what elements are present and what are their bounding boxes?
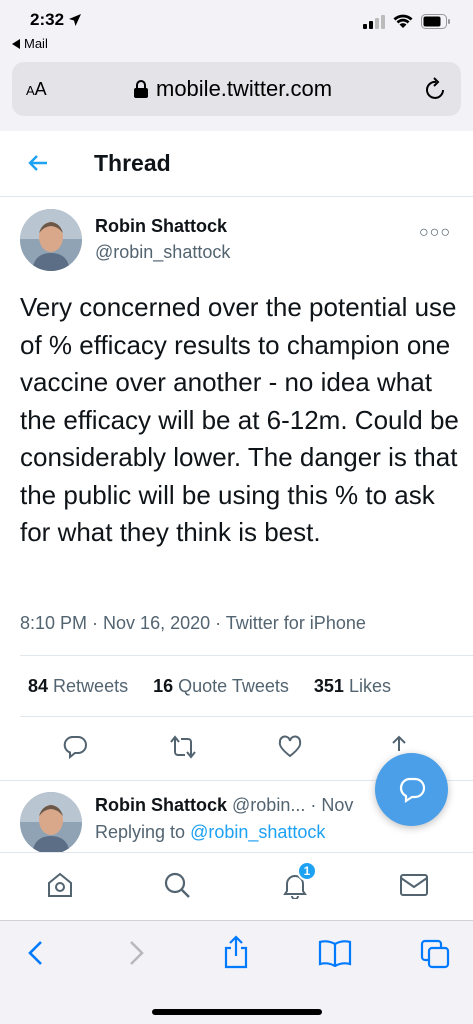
home-indicator — [152, 1009, 322, 1015]
back-to-mail-link[interactable]: Mail — [12, 36, 48, 51]
lock-icon — [134, 80, 148, 98]
author-avatar[interactable] — [20, 209, 82, 271]
clock: 2:32 — [30, 10, 65, 29]
status-time: 2:32 — [30, 10, 82, 30]
tabs-icon[interactable] — [420, 939, 450, 969]
tweet-meta: 8:10 PM · Nov 16, 2020 · Twitter for iPh… — [20, 613, 366, 633]
reply-icon[interactable] — [62, 734, 88, 760]
tweet-date[interactable]: Nov 16, 2020 — [103, 613, 210, 633]
home-icon[interactable] — [46, 871, 74, 899]
divider — [20, 655, 473, 656]
quotes-label: Quote Tweets — [178, 676, 289, 696]
author-name[interactable]: Robin Shattock — [95, 216, 227, 237]
reply-date: Nov — [321, 795, 354, 815]
reply-author-handle: @robin... — [232, 795, 306, 815]
likes-count: 351 — [313, 676, 344, 696]
quotes-count: 16 — [153, 676, 174, 696]
notifications-tab[interactable]: 1 — [281, 861, 317, 904]
author-handle[interactable]: @robin_shattock — [95, 242, 230, 263]
quote-tweets-stat[interactable]: 16 Quote Tweets — [153, 676, 289, 696]
url-bar[interactable]: AA mobile.twitter.com — [12, 62, 461, 116]
retweet-icon[interactable] — [168, 734, 198, 760]
retweets-label: Retweets — [53, 676, 129, 696]
replying-to: Replying to @robin_shattock — [95, 822, 325, 843]
replying-handle-link[interactable]: @robin_shattock — [190, 822, 325, 842]
reply-author-avatar[interactable] — [20, 792, 82, 854]
messages-icon[interactable] — [399, 871, 429, 899]
wifi-icon — [393, 14, 413, 28]
like-icon[interactable] — [277, 734, 303, 760]
search-icon[interactable] — [163, 871, 191, 899]
retweets-count: 84 — [28, 676, 49, 696]
divider — [20, 716, 473, 717]
tweet-text: Very concerned over the potential use of… — [20, 292, 459, 547]
location-arrow-icon — [69, 14, 82, 26]
tweet-source[interactable]: Twitter for iPhone — [226, 613, 366, 633]
avatar-photo — [20, 792, 82, 854]
bookmarks-icon[interactable] — [318, 939, 352, 967]
forward-chevron-icon[interactable] — [126, 939, 146, 967]
tweet-stats: 84 Retweets 16 Quote Tweets 351 Likes — [28, 676, 411, 697]
twitter-bottom-nav: 1 — [0, 852, 473, 920]
notifications-badge: 1 — [297, 861, 317, 881]
compose-fab[interactable] — [375, 753, 448, 826]
back-arrow-icon[interactable] — [26, 151, 50, 175]
back-triangle-icon — [12, 38, 20, 49]
url-text: mobile.twitter.com — [156, 76, 333, 101]
retweets-stat[interactable]: 84 Retweets — [28, 676, 128, 696]
battery-icon — [421, 14, 450, 29]
tweet-time[interactable]: 8:10 PM — [20, 613, 87, 633]
page-title: Thread — [94, 150, 171, 176]
thread-header: Thread — [0, 131, 473, 197]
share-sheet-icon[interactable] — [222, 935, 250, 969]
status-icons — [363, 14, 451, 29]
text-size-button[interactable]: AA — [26, 79, 47, 100]
likes-label: Likes — [348, 676, 391, 696]
back-chevron-icon[interactable] — [26, 939, 46, 967]
avatar-photo — [20, 209, 82, 271]
reload-icon[interactable] — [425, 77, 447, 101]
replying-prefix: Replying to — [95, 822, 186, 842]
reply-author-name: Robin Shattock — [95, 795, 228, 815]
cellular-signal-icon — [363, 14, 385, 29]
compose-reply-icon — [399, 777, 425, 803]
browser-chrome: 2:32 Mail AA mobile.twitter.com — [0, 0, 473, 131]
back-app-label: Mail — [24, 36, 48, 51]
likes-stat[interactable]: 351 Likes — [314, 676, 391, 696]
more-options-icon[interactable]: ○○○ — [419, 224, 451, 242]
reply-header[interactable]: Robin Shattock @robin... · Nov — [95, 795, 353, 816]
